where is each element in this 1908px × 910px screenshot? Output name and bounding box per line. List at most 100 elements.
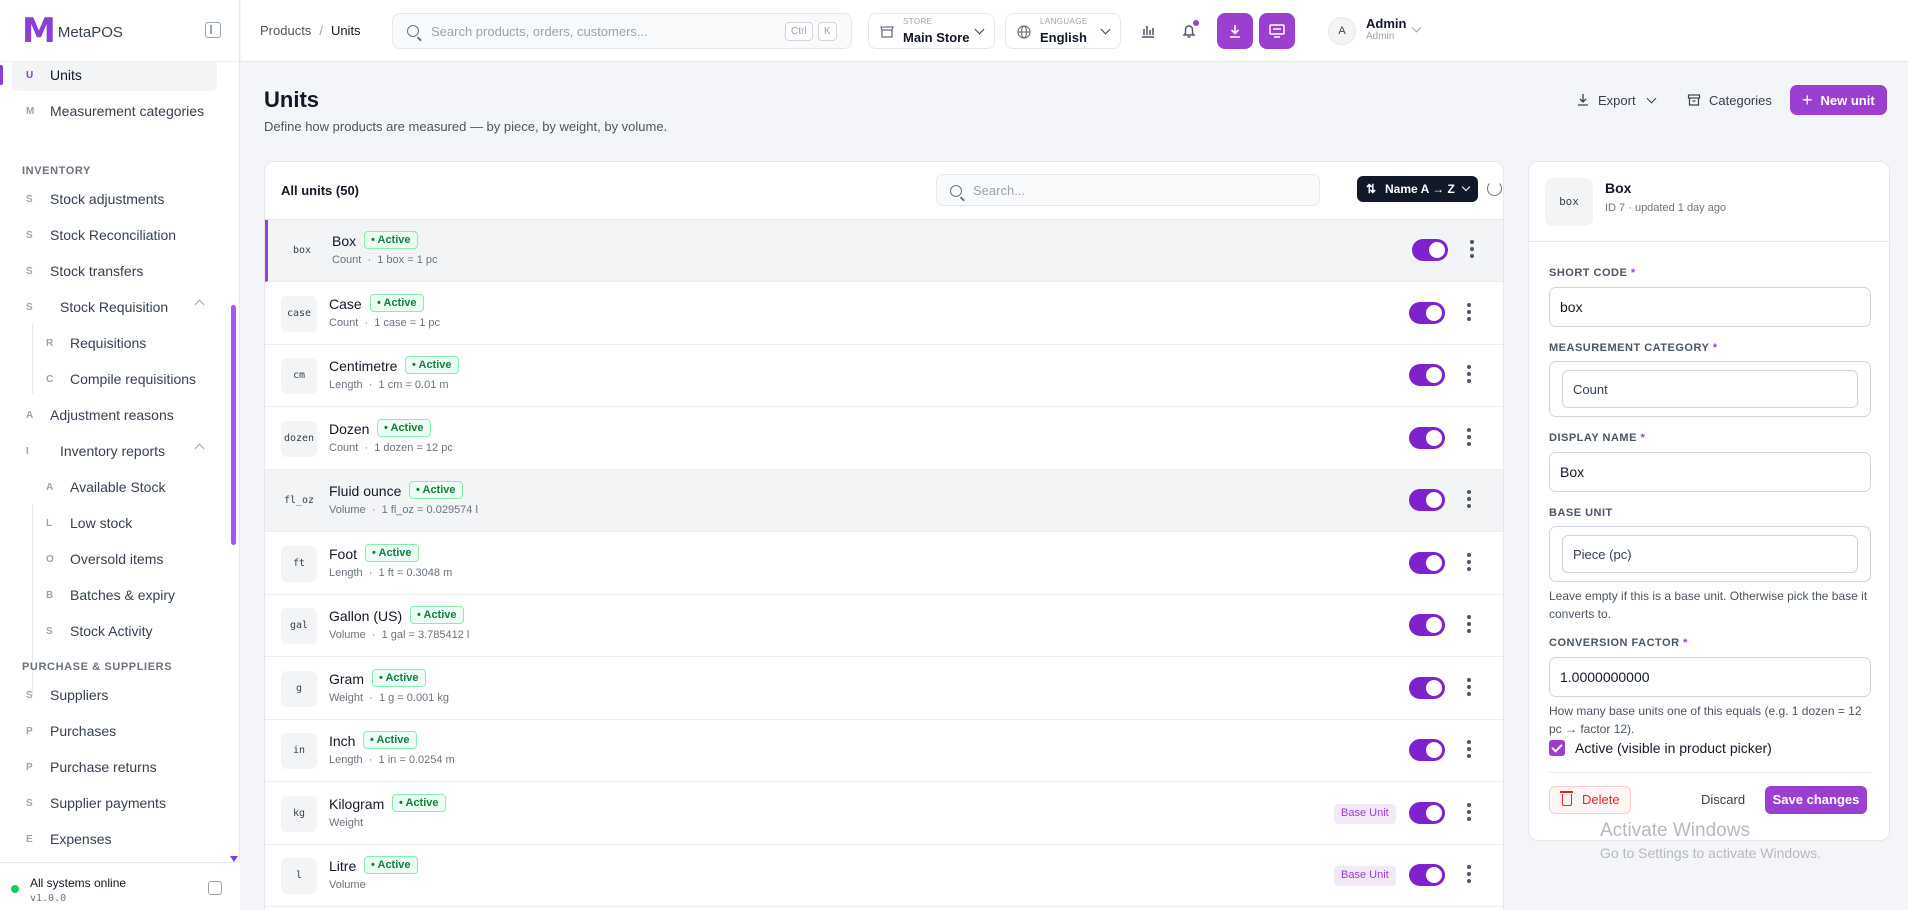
conversion-factor-field[interactable]: 1.0000000000	[1549, 657, 1871, 697]
reports-button[interactable]	[1130, 13, 1166, 49]
active-toggle[interactable]	[1409, 301, 1445, 324]
active-toggle[interactable]	[1409, 489, 1445, 511]
save-button[interactable]: Save changes	[1765, 786, 1867, 814]
table-row[interactable]: ft Foot • Active Length · 1 ft = 0.3048 m	[265, 532, 1503, 595]
active-toggle[interactable]	[1409, 864, 1445, 886]
logo[interactable]: M MetaPOS	[0, 0, 239, 62]
status-badge: • Active	[377, 418, 431, 437]
chevron-up-icon[interactable]	[194, 443, 205, 454]
sidebar-item-stock-requisition[interactable]: S Stock Requisition	[12, 291, 217, 323]
table-row[interactable]: cm Centimetre • Active Length · 1 cm = 0.01…	[265, 345, 1503, 407]
sidebar-item-purchase-returns[interactable]: P Purchase returns	[12, 751, 217, 783]
more-options-icon[interactable]	[1470, 240, 1474, 260]
active-checkbox-label[interactable]: Active (visible in product picker)	[1575, 740, 1772, 756]
global-search-input[interactable]: Search products, orders, customers... Ct…	[392, 13, 852, 49]
table-row[interactable]: kg Kilogram • Active Weight Base Unit	[265, 782, 1503, 845]
archive-icon	[1687, 94, 1701, 106]
sort-button[interactable]: ⇅ Name A → Z	[1357, 176, 1478, 202]
collapse-panel-icon[interactable]	[208, 881, 222, 895]
status-badge: • Active	[365, 543, 419, 562]
breadcrumb-separator: /	[319, 23, 323, 38]
chevron-down-icon	[1100, 24, 1111, 35]
sidebar-item-compile-requisitions[interactable]: C Compile requisitions	[32, 363, 217, 395]
sidebar-item-stock-reconciliation[interactable]: S Stock Reconciliation	[12, 219, 217, 251]
table-row[interactable]: l Litre • Active Volume Base Unit	[265, 845, 1503, 907]
table-row[interactable]: gal Gallon (US) • Active Volume · 1 gal = 3…	[265, 595, 1503, 657]
collapse-sidebar-icon[interactable]	[205, 22, 221, 38]
download-button[interactable]	[1217, 13, 1253, 49]
pos-terminal-button[interactable]	[1259, 13, 1295, 49]
avatar[interactable]: A	[1328, 17, 1356, 45]
table-row[interactable]: fl_oz Fluid ounce • Active Volume · 1 fl_oz…	[265, 470, 1503, 532]
sidebar-item-expenses[interactable]: E Expenses	[12, 823, 217, 855]
discard-button[interactable]: Discard	[1701, 792, 1745, 807]
delete-button[interactable]: Delete	[1549, 786, 1631, 814]
table-row[interactable]: case Case • Active Count · 1 case = 1 pc	[265, 282, 1503, 345]
sidebar-item-measurement-categories[interactable]: M Measurement categories	[12, 95, 217, 127]
sidebar-item-oversold-items[interactable]: O Oversold items	[32, 543, 217, 575]
sidebar-item-adjustment-reasons[interactable]: A Adjustment reasons	[12, 399, 217, 431]
active-toggle[interactable]	[1412, 239, 1448, 261]
sidebar-item-suppliers[interactable]: S Suppliers	[12, 679, 217, 711]
sidebar-item-stock-adjustments[interactable]: S Stock adjustments	[12, 183, 217, 215]
active-toggle[interactable]	[1409, 801, 1445, 824]
chevron-up-icon[interactable]	[194, 299, 205, 310]
active-checkbox[interactable]	[1549, 740, 1565, 756]
unit-code-tile: kg	[281, 795, 317, 832]
sidebar-item-low-stock[interactable]: L Low stock	[32, 507, 217, 539]
more-options-icon[interactable]	[1467, 365, 1471, 385]
unit-category: Length	[329, 754, 363, 766]
list-search-input[interactable]: Search...	[936, 174, 1320, 206]
base-unit-wrapper: Piece (pc)	[1549, 526, 1871, 582]
unit-meta: Count · 1 dozen = 12 pc	[329, 442, 453, 454]
more-options-icon[interactable]	[1467, 677, 1471, 698]
more-options-icon[interactable]	[1467, 552, 1471, 573]
user-menu-chevron-icon[interactable]	[1411, 22, 1422, 33]
sidebar-item-units[interactable]: U Units	[12, 62, 217, 91]
display-name-field[interactable]: Box	[1549, 452, 1871, 492]
active-toggle[interactable]	[1409, 739, 1445, 761]
active-toggle[interactable]	[1409, 676, 1445, 699]
table-row[interactable]: dozen Dozen • Active Count · 1 dozen = 12 p…	[265, 407, 1503, 470]
meta-separator: ·	[362, 379, 379, 391]
sidebar-item-available-stock[interactable]: A Available Stock	[32, 471, 217, 503]
more-options-icon[interactable]	[1467, 302, 1471, 323]
more-options-icon[interactable]	[1467, 490, 1471, 510]
breadcrumb-products[interactable]: Products	[260, 23, 311, 38]
table-row[interactable]: box Box • Active Count · 1 box = 1 pc	[265, 220, 1503, 282]
measurement-category-select[interactable]: Count	[1562, 370, 1858, 408]
more-options-icon[interactable]	[1467, 615, 1471, 635]
conversion-factor-label: CONVERSION FACTOR *	[1549, 637, 1688, 649]
active-toggle[interactable]	[1409, 614, 1445, 636]
sidebar-scrollbar[interactable]	[231, 305, 236, 545]
sidebar-item-inventory-reports[interactable]: I Inventory reports	[12, 435, 217, 467]
more-options-icon[interactable]	[1467, 802, 1471, 823]
active-toggle[interactable]	[1409, 551, 1445, 574]
refresh-icon[interactable]	[1487, 181, 1502, 196]
categories-button[interactable]: Categories	[1687, 85, 1772, 115]
notifications-button[interactable]	[1171, 13, 1207, 49]
short-code-field[interactable]: box	[1549, 287, 1871, 327]
language-select[interactable]: LANGUAGE English	[1005, 13, 1121, 49]
export-button[interactable]: Export	[1576, 85, 1657, 115]
more-options-icon[interactable]	[1467, 740, 1471, 760]
more-options-icon[interactable]	[1467, 427, 1471, 448]
table-row[interactable]: g Gram • Active Weight · 1 g = 0.001 kg	[265, 657, 1503, 720]
active-toggle[interactable]	[1409, 426, 1445, 449]
sidebar-item-batches-expiry[interactable]: B Batches & expiry	[32, 579, 217, 611]
unit-name: Gram	[329, 670, 364, 687]
user-name[interactable]: Admin	[1366, 16, 1406, 31]
sidebar-item-requisitions[interactable]: R Requisitions	[32, 327, 217, 359]
active-toggle[interactable]	[1409, 364, 1445, 386]
base-unit-select[interactable]: Piece (pc)	[1562, 535, 1858, 573]
nav-letter-icon: O	[46, 553, 54, 565]
new-unit-button[interactable]: + New unit	[1790, 85, 1887, 115]
more-options-icon[interactable]	[1467, 865, 1471, 885]
table-row[interactable]: in Inch • Active Length · 1 in = 0.0254 m	[265, 720, 1503, 782]
sidebar-item-stock-transfers[interactable]: S Stock transfers	[12, 255, 217, 287]
unit-name: Litre	[329, 858, 357, 874]
sidebar-item-stock-activity[interactable]: S Stock Activity	[32, 615, 217, 647]
store-select[interactable]: STORE Main Store	[868, 13, 995, 49]
sidebar-item-supplier-payments[interactable]: S Supplier payments	[12, 787, 217, 819]
sidebar-item-purchases[interactable]: P Purchases	[12, 715, 217, 747]
